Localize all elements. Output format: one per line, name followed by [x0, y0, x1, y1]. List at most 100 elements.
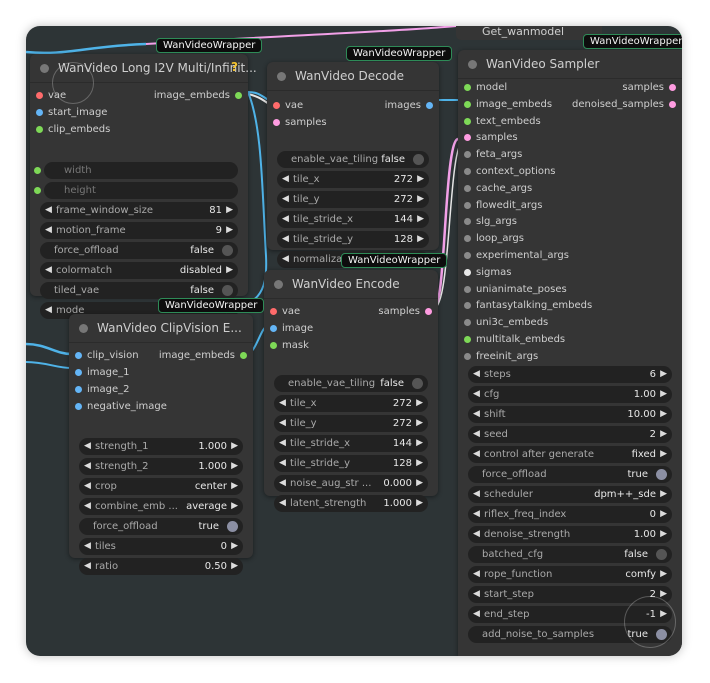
- input-slg-args[interactable]: slg_args: [462, 214, 517, 230]
- arrow-right-icon[interactable]: ▶: [660, 486, 667, 503]
- collapse-dot-icon[interactable]: [274, 280, 283, 289]
- socket-model-icon[interactable]: [464, 84, 471, 91]
- arrow-right-icon[interactable]: ▶: [660, 366, 667, 383]
- input-vae[interactable]: vae: [268, 304, 300, 320]
- arrow-left-icon[interactable]: ◀: [84, 558, 91, 575]
- input-samples[interactable]: samples: [271, 115, 327, 131]
- widget-denoise-strength[interactable]: ◀ ▶ denoise_strength 1.00: [468, 526, 672, 543]
- output-image-embeds[interactable]: image_embeds: [159, 348, 249, 364]
- arrow-right-icon[interactable]: ▶: [226, 222, 233, 239]
- input-freeinit-args[interactable]: freeinit_args: [462, 349, 538, 365]
- socket-text-embeds-icon[interactable]: [464, 117, 471, 125]
- arrow-left-icon[interactable]: ◀: [473, 506, 480, 523]
- input-model[interactable]: model: [462, 80, 507, 96]
- input-fantasytalking-embeds[interactable]: fantasytalking_embeds: [462, 298, 592, 314]
- output-image-embeds[interactable]: image_embeds: [154, 88, 244, 104]
- widget-crop[interactable]: ◀ ▶ crop center: [79, 478, 243, 495]
- arrow-left-icon[interactable]: ◀: [279, 415, 286, 432]
- arrow-left-icon[interactable]: ◀: [279, 455, 286, 472]
- arrow-right-icon[interactable]: ▶: [417, 211, 424, 228]
- socket-denoised-samples-icon[interactable]: [669, 100, 676, 108]
- toggle-knob-icon[interactable]: [656, 549, 667, 560]
- widget-strength-1[interactable]: ◀ ▶ strength_1 1.000: [79, 438, 243, 455]
- arrow-left-icon[interactable]: ◀: [473, 526, 480, 543]
- arrow-right-icon[interactable]: ▶: [231, 478, 238, 495]
- node-header[interactable]: WanVideo ClipVision E...: [69, 314, 253, 343]
- arrow-left-icon[interactable]: ◀: [473, 586, 480, 603]
- input-image-embeds[interactable]: image_embeds: [462, 97, 552, 113]
- arrow-left-icon[interactable]: ◀: [45, 222, 52, 239]
- node-header[interactable]: WanVideo Encode: [264, 270, 438, 299]
- node-wanvideo-encode[interactable]: WanVideo Encode vae image mask samples enabl…: [264, 270, 438, 512]
- arrow-right-icon[interactable]: ▶: [417, 171, 424, 188]
- arrow-right-icon[interactable]: ▶: [231, 438, 238, 455]
- arrow-right-icon[interactable]: ▶: [231, 458, 238, 475]
- arrow-left-icon[interactable]: ◀: [84, 458, 91, 475]
- widget-enable-vae-tiling[interactable]: enable_vae_tiling false: [277, 151, 429, 168]
- widget-tile-stride-y[interactable]: ◀ ▶ tile_stride_y 128: [277, 231, 429, 248]
- widget-frame-window-size[interactable]: ◀ ▶ frame_window_size 81: [40, 202, 238, 219]
- widget-enable-vae-tiling[interactable]: enable_vae_tiling false: [274, 375, 428, 392]
- arrow-left-icon[interactable]: ◀: [473, 566, 480, 583]
- arrow-left-icon[interactable]: ◀: [84, 438, 91, 455]
- socket-samples-icon[interactable]: [273, 119, 280, 126]
- input-experimental-args[interactable]: experimental_args: [462, 248, 569, 264]
- widget-combine-emb[interactable]: ◀ ▶ combine_emb ... average: [79, 498, 243, 515]
- arrow-left-icon[interactable]: ◀: [45, 302, 52, 319]
- node-wanvideo-clipvision-encode[interactable]: WanVideo ClipVision E... clip_vision imag…: [69, 314, 253, 575]
- input-uni3c-embeds[interactable]: uni3c_embeds: [462, 315, 548, 331]
- arrow-right-icon[interactable]: ▶: [416, 415, 423, 432]
- output-images[interactable]: images: [385, 98, 435, 114]
- get-model-node[interactable]: Get_wanmodel: [456, 26, 602, 40]
- input-flowedit-args[interactable]: flowedit_args: [462, 198, 542, 214]
- arrow-right-icon[interactable]: ▶: [416, 395, 423, 412]
- arrow-left-icon[interactable]: ◀: [45, 262, 52, 279]
- node-header[interactable]: WanVideo Decode: [267, 62, 439, 91]
- arrow-right-icon[interactable]: ▶: [417, 191, 424, 208]
- widget-tile-x[interactable]: ◀ ▶ tile_x 272: [274, 395, 428, 412]
- arrow-right-icon[interactable]: ▶: [660, 446, 667, 463]
- toggle-knob-icon[interactable]: [222, 285, 233, 296]
- collapse-dot-icon[interactable]: [277, 72, 286, 81]
- socket-sigmas-icon[interactable]: [464, 268, 471, 276]
- input-image[interactable]: image: [268, 321, 313, 337]
- arrow-right-icon[interactable]: ▶: [416, 455, 423, 472]
- arrow-right-icon[interactable]: ▶: [226, 262, 233, 279]
- arrow-left-icon[interactable]: ◀: [473, 486, 480, 503]
- widget-motion-frame[interactable]: ◀ ▶ motion_frame 9: [40, 222, 238, 239]
- widget-colormatch[interactable]: ◀ ▶ colormatch disabled: [40, 262, 238, 279]
- toggle-knob-icon[interactable]: [413, 154, 424, 165]
- socket-samples-icon[interactable]: [425, 308, 432, 315]
- arrow-left-icon[interactable]: ◀: [282, 171, 289, 188]
- node-wanvideo-decode[interactable]: WanVideo Decode vae samples images enable_v…: [267, 62, 439, 268]
- arrow-left-icon[interactable]: ◀: [473, 406, 480, 423]
- arrow-left-icon[interactable]: ◀: [279, 435, 286, 452]
- arrow-right-icon[interactable]: ▶: [417, 231, 424, 248]
- arrow-left-icon[interactable]: ◀: [84, 478, 91, 495]
- widget-tile-stride-x[interactable]: ◀ ▶ tile_stride_x 144: [274, 435, 428, 452]
- arrow-left-icon[interactable]: ◀: [84, 538, 91, 555]
- input-start-image[interactable]: start_image: [34, 105, 107, 121]
- socket-multitalk-embeds-icon[interactable]: [464, 336, 471, 343]
- arrow-left-icon[interactable]: ◀: [84, 498, 91, 515]
- widget-steps[interactable]: ◀ ▶ steps 6: [468, 366, 672, 383]
- input-sigmas[interactable]: sigmas: [462, 265, 511, 281]
- socket-vae-icon[interactable]: [273, 102, 280, 109]
- arrow-right-icon[interactable]: ▶: [416, 495, 423, 512]
- input-clip-embeds[interactable]: clip_embeds: [34, 122, 110, 138]
- input-loop-args[interactable]: loop_args: [462, 231, 524, 247]
- socket-unianimate-poses-icon[interactable]: [464, 285, 471, 293]
- widget-ratio[interactable]: ◀ ▶ ratio 0.50: [79, 558, 243, 575]
- socket-feta-args-icon[interactable]: [464, 151, 471, 159]
- widget-scheduler[interactable]: ◀ ▶ scheduler dpm++_sde: [468, 486, 672, 503]
- widget-tile-x[interactable]: ◀ ▶ tile_x 272: [277, 171, 429, 188]
- input-multitalk-embeds[interactable]: multitalk_embeds: [462, 332, 565, 348]
- socket-vae-icon[interactable]: [36, 92, 43, 99]
- widget-force-offload[interactable]: force_offload true: [468, 466, 672, 483]
- arrow-left-icon[interactable]: ◀: [473, 386, 480, 403]
- arrow-left-icon[interactable]: ◀: [279, 475, 286, 492]
- widget-rope-function[interactable]: ◀ ▶ rope_function comfy: [468, 566, 672, 583]
- socket-vae-icon[interactable]: [270, 308, 277, 315]
- widget-tile-y[interactable]: ◀ ▶ tile_y 272: [274, 415, 428, 432]
- help-icon[interactable]: ?: [231, 60, 238, 74]
